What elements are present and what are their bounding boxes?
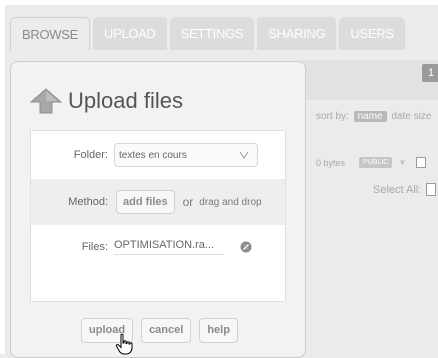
tab-browse[interactable]: BROWSE (10, 17, 90, 50)
folder-select-value: textes en cours (119, 149, 187, 161)
upload-form: Folder: textes en cours Method: add file… (30, 130, 286, 302)
tab-users[interactable]: USERS (339, 17, 405, 50)
sort-by-date[interactable]: date (391, 111, 410, 122)
select-all-label: Select All: (373, 183, 422, 196)
help-button[interactable]: help (199, 318, 238, 343)
add-files-button[interactable]: add files (116, 190, 175, 214)
folder-meta-row: 0 bytes PUBLIC ▼ (316, 157, 427, 168)
cancel-button[interactable]: cancel (141, 318, 192, 343)
files-row: Files: OPTIMISATION.ra... (31, 225, 285, 269)
tab-settings[interactable]: SETTINGS (169, 17, 255, 50)
sort-controls: sort by: name date size (316, 111, 431, 122)
chevron-down-icon (239, 151, 249, 159)
hand-pointer-icon (115, 333, 133, 355)
method-label: Method: (68, 196, 108, 208)
window-left-edge (0, 0, 5, 354)
folder-select[interactable]: textes en cours (114, 143, 258, 167)
dialog-actions: upload cancel help (81, 318, 238, 343)
window-top-edge (0, 0, 438, 5)
sort-by-size[interactable]: size (414, 111, 432, 122)
upload-arrow-icon (30, 88, 62, 114)
drag-and-drop-label: drag and drop (199, 196, 262, 208)
selected-file-name: OPTIMISATION.ra... (114, 239, 224, 255)
main-tabs: BROWSE UPLOAD SETTINGS SHARING USERS (10, 17, 405, 50)
dialog-title: Upload files (68, 88, 183, 113)
tab-upload[interactable]: UPLOAD (92, 17, 167, 50)
page-number-badge[interactable]: 1 (422, 64, 438, 82)
select-all-row: Select All: (373, 183, 437, 196)
toolbar-strip (300, 60, 438, 100)
or-separator: or (182, 195, 194, 209)
method-row: Method: add files or drag and drop (31, 179, 285, 225)
visibility-dropdown-icon[interactable]: ▼ (398, 158, 406, 167)
folder-label: Folder: (73, 149, 108, 161)
folder-size: 0 bytes (316, 157, 346, 168)
visibility-badge[interactable]: PUBLIC (359, 157, 393, 168)
sort-label: sort by: (316, 111, 349, 122)
files-label: Files: (81, 241, 108, 253)
tab-sharing[interactable]: SHARING (257, 17, 337, 50)
dialog-header: Upload files (30, 81, 183, 121)
upload-files-dialog: Upload files Folder: textes en cours Met… (10, 61, 306, 358)
folder-row: Folder: textes en cours (31, 131, 285, 179)
select-all-checkbox[interactable] (426, 183, 437, 196)
remove-file-icon[interactable] (240, 241, 252, 253)
sort-by-name[interactable]: name (353, 111, 387, 122)
item-checkbox[interactable] (416, 157, 427, 168)
